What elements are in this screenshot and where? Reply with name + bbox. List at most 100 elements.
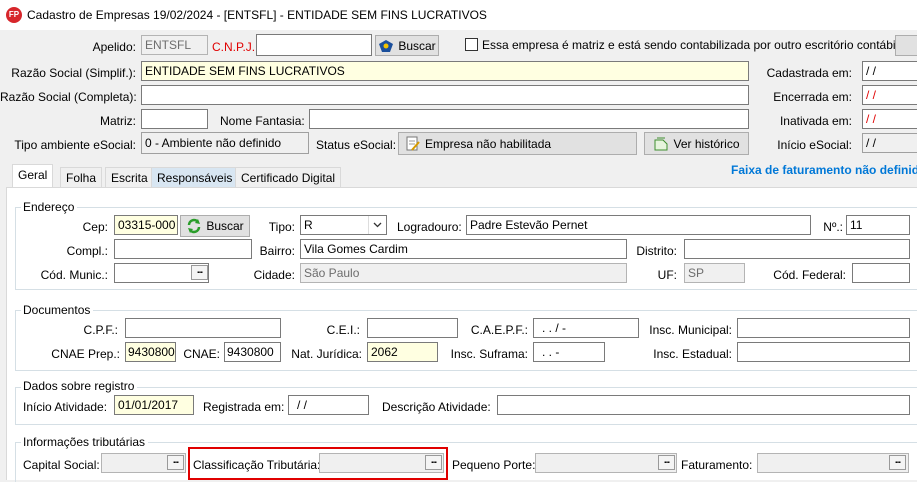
cnae-prep-label: CNAE Prep.: [51,347,120,361]
insc-estadual-input[interactable] [737,342,910,362]
inativada-input[interactable]: / / [862,109,917,129]
insc-municipal-label: Insc. Municipal: [649,323,732,337]
coat-of-arms-icon [379,39,394,52]
uf-label: UF: [657,268,677,282]
bairro-label: Bairro: [259,244,295,258]
cei-input[interactable] [367,318,458,338]
cnpj-input[interactable] [256,34,372,56]
faturamento-input[interactable] [757,453,909,473]
side-button-1[interactable] [895,35,917,56]
window-title: Cadastro de Empresas 19/02/2024 - [ENTSF… [27,8,487,22]
cep-label: Cep: [82,220,108,234]
refresh-icon [188,218,201,234]
logradouro-label: Logradouro: [397,220,462,234]
app-logo-icon: FP [6,7,22,23]
tab-geral[interactable]: Geral [12,164,54,188]
cep-input[interactable]: 03315-000 [114,215,178,235]
status-esocial-label: Status eSocial: [316,138,397,152]
cidade-label: Cidade: [253,268,295,282]
classificacao-tributaria-label: Classificação Tributária: [193,458,321,472]
razao-simpl-input[interactable]: ENTIDADE SEM FINS LUCRATIVOS [141,61,749,81]
cnpj-buscar-label: Buscar [398,38,436,53]
cod-munic-lookup-button[interactable]: ... [191,265,208,280]
tab-responsaveis[interactable]: Responsáveis [151,167,239,188]
compl-label: Compl.: [66,244,108,258]
cod-federal-input[interactable] [852,263,910,283]
insc-suframa-input[interactable]: . . - [533,342,605,362]
caepf-label: C.A.E.P.F.: [470,323,528,337]
status-esocial-value: Empresa não habilitada [425,136,552,151]
history-note-icon [654,137,668,150]
cpf-input[interactable] [125,318,281,338]
insc-municipal-input[interactable] [737,318,910,338]
tributarias-title: Informações tributárias [21,435,149,449]
uf-input[interactable]: SP [684,263,745,283]
encerrada-label: Encerrada em: [773,90,852,104]
endereco-title: Endereço [21,200,78,214]
tab-escrita[interactable]: Escrita [105,167,154,188]
cei-label: C.E.I.: [326,323,360,337]
ver-historico-button[interactable]: Ver histórico [644,132,749,155]
cep-buscar-label: Buscar [206,219,244,233]
tab-folha[interactable]: Folha [60,167,103,188]
cnae-prep-input[interactable]: 9430800 [125,342,176,362]
descricao-atividade-label: Descrição Atividade: [382,400,491,414]
cod-federal-label: Cód. Federal: [773,268,846,282]
encerrada-input[interactable]: / / [862,85,917,105]
nat-juridica-input[interactable]: 2062 [367,342,438,362]
registrada-label: Registrada em: [203,400,285,414]
bairro-input[interactable]: Vila Gomes Cardim [300,239,627,259]
cpf-label: C.P.F.: [83,323,118,337]
cod-munic-label: Cód. Munic.: [40,268,108,282]
faixa-faturamento-link[interactable]: Faixa de faturamento não definida [731,163,917,177]
caepf-input[interactable]: . . / - [533,318,639,338]
distrito-input[interactable] [684,239,910,259]
tipo-select-value: R [304,218,313,232]
tipo-label: Tipo: [268,220,295,234]
cnae-label: CNAE: [183,347,220,361]
capital-social-label: Capital Social: [23,458,100,472]
tab-certificado-digital[interactable]: Certificado Digital [235,167,342,188]
numero-label: Nº.: [823,220,843,234]
nome-fantasia-input[interactable] [309,109,749,129]
matriz-input[interactable] [141,109,208,129]
inicio-atividade-label: Início Atividade: [23,400,108,414]
insc-suframa-label: Insc. Suframa: [450,347,528,361]
apelido-label: Apelido: [92,40,136,54]
classificacao-tributaria-lookup-button[interactable]: ... [425,455,442,470]
tipo-amb-label: Tipo ambiente eSocial: [14,138,136,152]
numero-input[interactable]: 11 [846,215,910,235]
inicio-atividade-input[interactable]: 01/01/2017 [114,395,194,415]
pequeno-porte-lookup-button[interactable]: ... [658,455,675,470]
nat-juridica-label: Nat. Jurídica: [291,347,362,361]
inicio-esocial-label: Início eSocial: [777,138,852,152]
documentos-title: Documentos [21,303,94,317]
faturamento-label: Faturamento: [681,458,753,472]
pequeno-porte-label: Pequeno Porte: [452,458,536,472]
chevron-down-icon[interactable] [368,216,386,234]
pequeno-porte-input[interactable] [535,453,677,473]
tipo-select[interactable]: R [300,215,387,235]
compl-input[interactable] [114,239,252,259]
cadastrada-label: Cadastrada em: [766,66,852,80]
descricao-atividade-input[interactable] [497,395,910,415]
matriz-label: Matriz: [100,114,136,128]
apelido-input[interactable]: ENTSFL [141,35,208,55]
cnpj-buscar-button[interactable]: Buscar [375,35,439,56]
inicio-esocial-input[interactable]: / / [862,133,917,153]
logradouro-input[interactable]: Padre Estevão Pernet [466,215,811,235]
capital-social-lookup-button[interactable]: ... [167,455,184,470]
inativada-label: Inativada em: [779,114,852,128]
matriz-checkbox[interactable] [465,38,478,51]
cadastrada-input[interactable]: / / [862,61,917,81]
cidade-input[interactable]: São Paulo [300,263,627,283]
tipo-amb-input[interactable]: 0 - Ambiente não definido [141,132,309,154]
razao-compl-input[interactable] [141,85,749,105]
faturamento-lookup-button[interactable]: ... [889,455,906,470]
cnae-input[interactable]: 9430800 [224,342,281,362]
razao-simpl-label: Razão Social (Simplif.): [11,66,136,80]
status-esocial-button[interactable]: Empresa não habilitada [398,132,637,155]
matriz-checkbox-label: Essa empresa é matriz e está sendo conta… [482,38,899,52]
cep-buscar-button[interactable]: Buscar [180,215,250,237]
registrada-input[interactable]: / / [288,395,369,415]
